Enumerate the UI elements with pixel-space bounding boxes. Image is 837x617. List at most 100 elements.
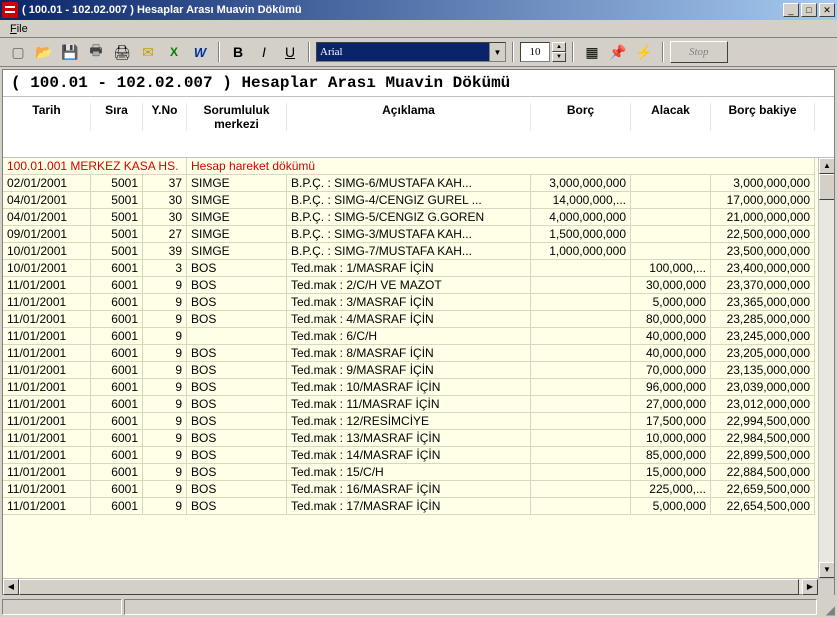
cell-acik: Ted.mak : 17/MASRAF İÇİN [287, 498, 531, 515]
table-row[interactable]: 11/01/200160019BOSTed.mak : 2/C/H VE MAZ… [3, 277, 834, 294]
table-row[interactable]: 11/01/200160019Ted.mak : 6/C/H40,000,000… [3, 328, 834, 345]
table-row[interactable]: 04/01/2001500130SIMGEB.P.Ç. : SIMG-4/CEN… [3, 192, 834, 209]
titlebar: ( 100.01 - 102.02.007 ) Hesaplar Arası M… [0, 0, 837, 20]
minimize-button[interactable]: _ [783, 3, 799, 17]
cell-yno: 9 [143, 447, 187, 464]
new-icon[interactable]: ▢ [6, 41, 30, 63]
cell-yno: 37 [143, 175, 187, 192]
cell-alacak [631, 226, 711, 243]
refresh-icon[interactable]: ⚡ [632, 41, 656, 63]
cell-sor [187, 328, 287, 345]
col-acik[interactable]: Açıklama [287, 103, 531, 131]
col-borc[interactable]: Borç [531, 103, 631, 131]
save-icon[interactable]: 💾 [58, 41, 82, 63]
table-row[interactable]: 10/01/2001500139SIMGEB.P.Ç. : SIMG-7/MUS… [3, 243, 834, 260]
table-row[interactable]: 11/01/200160019BOSTed.mak : 15/C/H15,000… [3, 464, 834, 481]
cell-sor: SIMGE [187, 226, 287, 243]
table-row[interactable]: 11/01/200160019BOSTed.mak : 17/MASRAF İÇ… [3, 498, 834, 515]
horizontal-scrollbar[interactable]: ◀ ▶ [3, 578, 834, 594]
file-menu[interactable]: File [4, 23, 34, 35]
cell-borc [531, 260, 631, 277]
cell-alacak: 96,000,000 [631, 379, 711, 396]
print-icon[interactable]: 🖶 [84, 41, 108, 63]
cell-yno: 9 [143, 396, 187, 413]
cell-sor: BOS [187, 345, 287, 362]
vertical-scrollbar[interactable]: ▲ ▼ [818, 158, 834, 578]
cell-alacak [631, 192, 711, 209]
cell-sor: BOS [187, 481, 287, 498]
cell-acik: Ted.mak : 13/MASRAF İÇİN [287, 430, 531, 447]
export-word-icon[interactable]: W [188, 41, 212, 63]
font-size-input[interactable] [520, 42, 550, 62]
scroll-left-icon[interactable]: ◀ [3, 579, 19, 595]
separator [510, 41, 516, 63]
cell-alacak [631, 243, 711, 260]
cell-bbak: 21,000,000,000 [711, 209, 815, 226]
grid-body[interactable]: 100.01.001 MERKEZ KASA HS.Hesap hareket … [3, 158, 834, 578]
table-row[interactable]: 11/01/200160019BOSTed.mak : 3/MASRAF İÇİ… [3, 294, 834, 311]
hscroll-thumb[interactable] [19, 579, 799, 595]
scroll-down-icon[interactable]: ▼ [819, 562, 834, 578]
table-row[interactable]: 09/01/2001500127SIMGEB.P.Ç. : SIMG-3/MUS… [3, 226, 834, 243]
print-preview-icon[interactable]: 🖨 [110, 41, 134, 63]
italic-button[interactable]: I [252, 41, 276, 63]
pin-icon[interactable]: 📌 [606, 41, 630, 63]
col-tarih[interactable]: Tarih [3, 103, 91, 131]
table-row[interactable]: 11/01/200160019BOSTed.mak : 16/MASRAF İÇ… [3, 481, 834, 498]
table-row[interactable]: 10/01/200160013BOSTed.mak : 1/MASRAF İÇİ… [3, 260, 834, 277]
cell-yno: 30 [143, 209, 187, 226]
cell-acik: B.P.Ç. : SIMG-6/MUSTAFA KAH... [287, 175, 531, 192]
grid-icon[interactable]: ▦ [580, 41, 604, 63]
col-alacak[interactable]: Alacak [631, 103, 711, 131]
table-row[interactable]: 11/01/200160019BOSTed.mak : 14/MASRAF İÇ… [3, 447, 834, 464]
table-row[interactable]: 04/01/2001500130SIMGEB.P.Ç. : SIMG-5/CEN… [3, 209, 834, 226]
cell-sira: 6001 [91, 379, 143, 396]
table-row[interactable]: 11/01/200160019BOSTed.mak : 8/MASRAF İÇİ… [3, 345, 834, 362]
scroll-up-icon[interactable]: ▲ [819, 158, 834, 174]
cell-sira: 6001 [91, 294, 143, 311]
export-excel-icon[interactable]: X [162, 41, 186, 63]
font-name-combo[interactable]: ▼ [316, 42, 506, 62]
cell-sira: 6001 [91, 345, 143, 362]
table-row[interactable]: 11/01/200160019BOSTed.mak : 10/MASRAF İÇ… [3, 379, 834, 396]
cell-bbak: 23,365,000,000 [711, 294, 815, 311]
scroll-thumb[interactable] [819, 174, 834, 200]
cell-alacak: 15,000,000 [631, 464, 711, 481]
font-name-input[interactable] [317, 43, 489, 61]
cell-bbak: 23,285,000,000 [711, 311, 815, 328]
table-row[interactable]: 11/01/200160019BOSTed.mak : 4/MASRAF İÇİ… [3, 311, 834, 328]
cell-sor: BOS [187, 498, 287, 515]
close-button[interactable]: ✕ [819, 3, 835, 17]
table-row[interactable]: 02/01/2001500137SIMGEB.P.Ç. : SIMG-6/MUS… [3, 175, 834, 192]
table-row[interactable]: 11/01/200160019BOSTed.mak : 13/MASRAF İÇ… [3, 430, 834, 447]
font-size-spinner[interactable]: ▲ ▼ [552, 42, 566, 62]
col-sira[interactable]: Sıra [91, 103, 143, 131]
table-row[interactable]: 11/01/200160019BOSTed.mak : 9/MASRAF İÇİ… [3, 362, 834, 379]
cell-tarih: 11/01/2001 [3, 447, 91, 464]
dropdown-icon[interactable]: ▼ [489, 43, 505, 61]
cell-borc [531, 481, 631, 498]
underline-button[interactable]: U [278, 41, 302, 63]
mail-icon[interactable]: ✉ [136, 41, 160, 63]
bold-button[interactable]: B [226, 41, 250, 63]
cell-acik: Ted.mak : 11/MASRAF İÇİN [287, 396, 531, 413]
cell-acik: Ted.mak : 4/MASRAF İÇİN [287, 311, 531, 328]
resize-grip-icon[interactable] [819, 599, 835, 615]
scroll-corner [818, 579, 834, 595]
spin-down-icon[interactable]: ▼ [552, 52, 566, 62]
table-row[interactable]: 11/01/200160019BOSTed.mak : 11/MASRAF İÇ… [3, 396, 834, 413]
maximize-button[interactable]: □ [801, 3, 817, 17]
open-icon[interactable]: 📂 [32, 41, 56, 63]
cell-sira: 5001 [91, 209, 143, 226]
toolbar: ▢ 📂 💾 🖶 🖨 ✉ X W B I U ▼ ▲ ▼ ▦ 📌 ⚡ Stop [0, 38, 837, 67]
spin-up-icon[interactable]: ▲ [552, 42, 566, 52]
table-row[interactable]: 11/01/200160019BOSTed.mak : 12/RESİMCİYE… [3, 413, 834, 430]
section-header-row[interactable]: 100.01.001 MERKEZ KASA HS.Hesap hareket … [3, 158, 834, 175]
col-bbak[interactable]: Borç bakiye [711, 103, 815, 131]
stop-button[interactable]: Stop [670, 41, 728, 63]
scroll-right-icon[interactable]: ▶ [802, 579, 818, 595]
col-sor[interactable]: Sorumluluk merkezi [187, 103, 287, 131]
col-yno[interactable]: Y.No [143, 103, 187, 131]
cell-alacak: 5,000,000 [631, 294, 711, 311]
cell-yno: 9 [143, 362, 187, 379]
